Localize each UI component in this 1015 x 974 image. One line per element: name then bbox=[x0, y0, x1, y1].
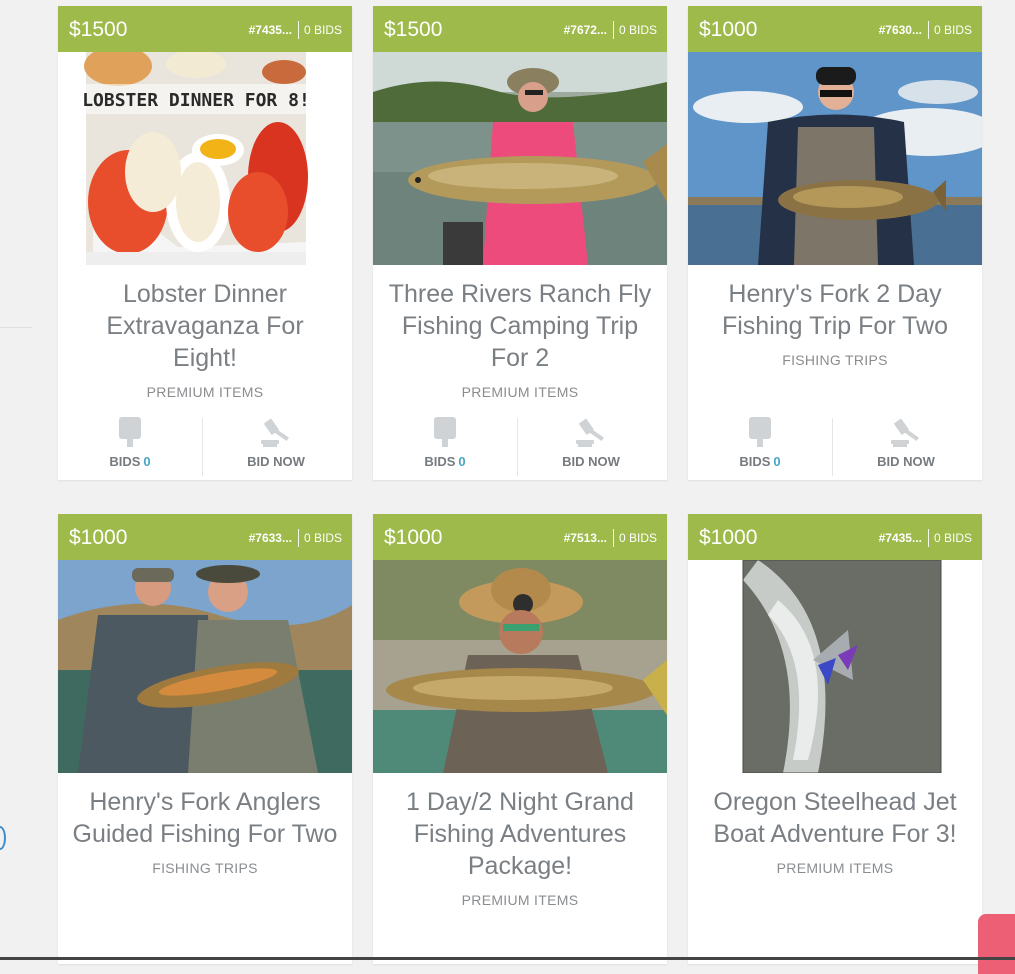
speech-bubble-icon bbox=[58, 416, 202, 450]
card-price: $1000 bbox=[69, 526, 128, 549]
bids-label: BIDS bbox=[739, 454, 771, 469]
card-price: $1000 bbox=[699, 18, 758, 41]
card-meta: #7672... 0 BIDS bbox=[564, 21, 657, 39]
bid-count: 0 BIDS bbox=[618, 531, 657, 545]
bids-label: BIDS bbox=[424, 454, 456, 469]
bids-button[interactable]: BIDS 0 bbox=[688, 416, 832, 469]
bids-label-row: BIDS 0 bbox=[373, 454, 517, 469]
bids-label-row: BIDS 0 bbox=[58, 454, 202, 469]
auction-card[interactable]: $1500 #7672... 0 BIDS Three Rivers Ranch… bbox=[373, 6, 667, 480]
card-header: $1000 #7513... 0 BIDS bbox=[373, 514, 667, 560]
bids-number: 0 bbox=[458, 454, 466, 469]
speech-bubble-icon bbox=[688, 416, 832, 450]
card-meta: #7513... 0 BIDS bbox=[564, 529, 657, 547]
auction-card[interactable]: $1500 #7435... 0 BIDS LOBSTER DINNER FOR… bbox=[58, 6, 352, 480]
action-divider bbox=[832, 418, 833, 476]
bid-count: 0 BIDS bbox=[303, 531, 342, 545]
image-caption: LOBSTER DINNER FOR 8! bbox=[82, 90, 310, 111]
item-image[interactable] bbox=[58, 560, 352, 773]
left-edge-control[interactable] bbox=[0, 826, 6, 850]
meta-divider bbox=[297, 21, 299, 39]
item-category[interactable]: PREMIUM ITEMS bbox=[373, 384, 667, 400]
speech-bubble-icon bbox=[373, 416, 517, 450]
action-divider bbox=[517, 418, 518, 476]
bid-now-button[interactable]: BID NOW bbox=[204, 416, 348, 469]
card-header: $1500 #7435... 0 BIDS bbox=[58, 6, 352, 52]
card-meta: #7435... 0 BIDS bbox=[249, 21, 342, 39]
auction-card[interactable]: $1000 #7435... 0 BIDS Oregon Steelhead J… bbox=[688, 514, 982, 964]
card-header: $1500 #7672... 0 BIDS bbox=[373, 6, 667, 52]
card-actions: BIDS 0 BID NOW bbox=[688, 408, 982, 478]
left-edge-rule bbox=[0, 327, 32, 328]
bid-count: 0 BIDS bbox=[618, 23, 657, 37]
meta-divider bbox=[612, 21, 614, 39]
bid-count: 0 BIDS bbox=[933, 23, 972, 37]
bids-number: 0 bbox=[143, 454, 151, 469]
item-title[interactable]: Lobster Dinner Extravaganza For Eight! bbox=[72, 278, 338, 374]
bids-button[interactable]: BIDS 0 bbox=[58, 416, 202, 469]
floating-tab-button[interactable] bbox=[978, 914, 1015, 974]
bid-count: 0 BIDS bbox=[933, 531, 972, 545]
item-category[interactable]: PREMIUM ITEMS bbox=[688, 860, 982, 876]
item-image[interactable] bbox=[373, 560, 667, 773]
bid-now-button[interactable]: BID NOW bbox=[834, 416, 978, 469]
gavel-icon bbox=[204, 416, 348, 450]
item-category[interactable]: FISHING TRIPS bbox=[58, 860, 352, 876]
card-meta: #7435... 0 BIDS bbox=[879, 529, 972, 547]
item-title[interactable]: 1 Day/2 Night Grand Fishing Adventures P… bbox=[387, 786, 653, 882]
item-id: #7630... bbox=[878, 23, 922, 37]
card-header: $1000 #7630... 0 BIDS bbox=[688, 6, 982, 52]
card-price: $1000 bbox=[384, 526, 443, 549]
item-id: #7435... bbox=[878, 531, 922, 545]
item-image[interactable]: LOBSTER DINNER FOR 8! bbox=[58, 52, 352, 265]
auction-card[interactable]: $1000 #7630... 0 BIDS Henry's Fork 2 Day… bbox=[688, 6, 982, 480]
bids-label-row: BIDS 0 bbox=[688, 454, 832, 469]
item-id: #7633... bbox=[248, 531, 292, 545]
item-title[interactable]: Henry's Fork 2 Day Fishing Trip For Two bbox=[702, 278, 968, 342]
item-title[interactable]: Henry's Fork Anglers Guided Fishing For … bbox=[72, 786, 338, 850]
item-image[interactable] bbox=[373, 52, 667, 265]
card-header: $1000 #7633... 0 BIDS bbox=[58, 514, 352, 560]
auction-card[interactable]: $1000 #7633... 0 BIDS Henry's Fork Angle… bbox=[58, 514, 352, 964]
bid-now-label: BID NOW bbox=[877, 454, 935, 469]
item-category[interactable]: PREMIUM ITEMS bbox=[373, 892, 667, 908]
item-image[interactable] bbox=[688, 52, 982, 265]
card-actions: BIDS 0 BID NOW bbox=[58, 408, 352, 478]
bid-now-label: BID NOW bbox=[247, 454, 305, 469]
card-meta: #7633... 0 BIDS bbox=[249, 529, 342, 547]
gavel-icon bbox=[834, 416, 978, 450]
card-price: $1000 bbox=[699, 526, 758, 549]
bids-label: BIDS bbox=[109, 454, 141, 469]
card-actions: BIDS 0 BID NOW bbox=[373, 408, 667, 478]
item-title[interactable]: Oregon Steelhead Jet Boat Adventure For … bbox=[702, 786, 968, 850]
action-divider bbox=[202, 418, 203, 476]
bid-now-button[interactable]: BID NOW bbox=[519, 416, 663, 469]
item-category[interactable]: FISHING TRIPS bbox=[688, 352, 982, 368]
item-image[interactable] bbox=[688, 560, 982, 773]
card-price: $1500 bbox=[384, 18, 443, 41]
item-title[interactable]: Three Rivers Ranch Fly Fishing Camping T… bbox=[387, 278, 653, 374]
bid-now-label: BID NOW bbox=[562, 454, 620, 469]
item-category[interactable]: PREMIUM ITEMS bbox=[58, 384, 352, 400]
meta-divider bbox=[927, 529, 929, 547]
meta-divider bbox=[612, 529, 614, 547]
item-id: #7513... bbox=[563, 531, 607, 545]
gavel-icon bbox=[519, 416, 663, 450]
bids-number: 0 bbox=[773, 454, 781, 469]
auction-card[interactable]: $1000 #7513... 0 BIDS 1 Day/2 Night Gran… bbox=[373, 514, 667, 964]
card-price: $1500 bbox=[69, 18, 128, 41]
item-id: #7435... bbox=[248, 23, 292, 37]
card-meta: #7630... 0 BIDS bbox=[879, 21, 972, 39]
card-header: $1000 #7435... 0 BIDS bbox=[688, 514, 982, 560]
bids-button[interactable]: BIDS 0 bbox=[373, 416, 517, 469]
meta-divider bbox=[927, 21, 929, 39]
bid-count: 0 BIDS bbox=[303, 23, 342, 37]
meta-divider bbox=[297, 529, 299, 547]
item-id: #7672... bbox=[563, 23, 607, 37]
